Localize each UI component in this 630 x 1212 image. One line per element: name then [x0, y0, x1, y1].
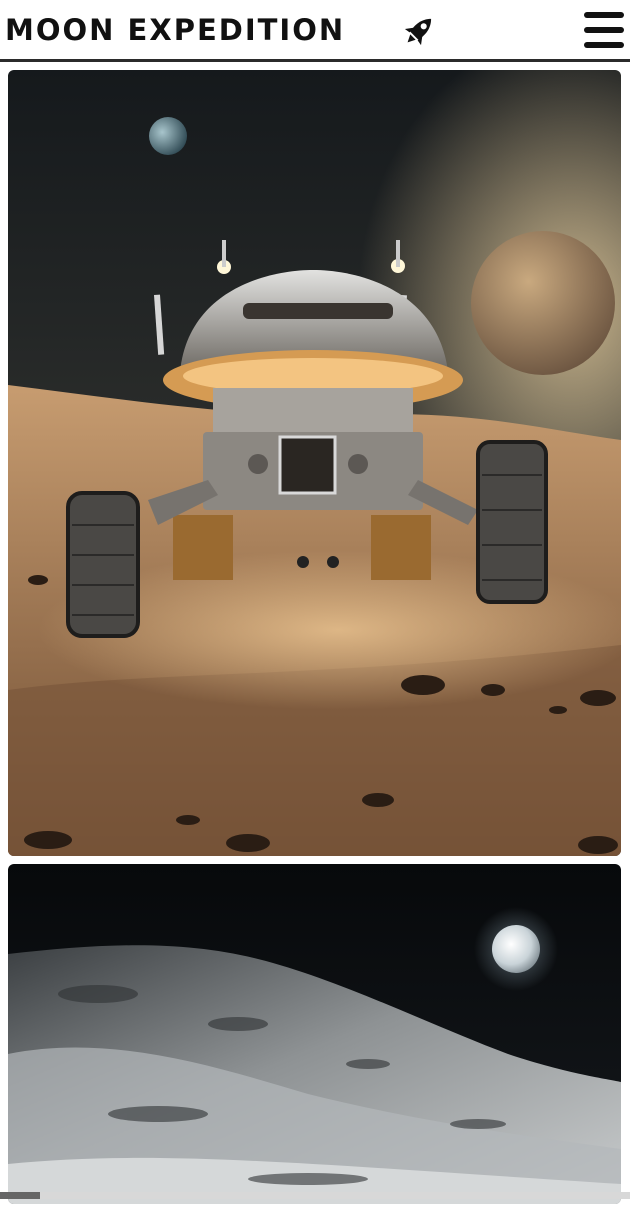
moon-lander-illustration: [8, 70, 621, 856]
menu-button[interactable]: [580, 10, 626, 50]
lunar-landscape-illustration: [8, 864, 621, 1204]
site-header: MOON EXPEDITION: [0, 0, 630, 62]
lunar-landscape-image[interactable]: [8, 864, 621, 1204]
site-title[interactable]: MOON EXPEDITION: [5, 12, 345, 48]
scrollbar-thumb[interactable]: [0, 1192, 40, 1199]
hamburger-menu-icon: [584, 12, 624, 18]
moon-lander-image[interactable]: [8, 70, 621, 856]
rocket-icon: [404, 18, 432, 46]
scrollbar[interactable]: [0, 1192, 630, 1199]
image-gallery: [8, 70, 621, 1212]
